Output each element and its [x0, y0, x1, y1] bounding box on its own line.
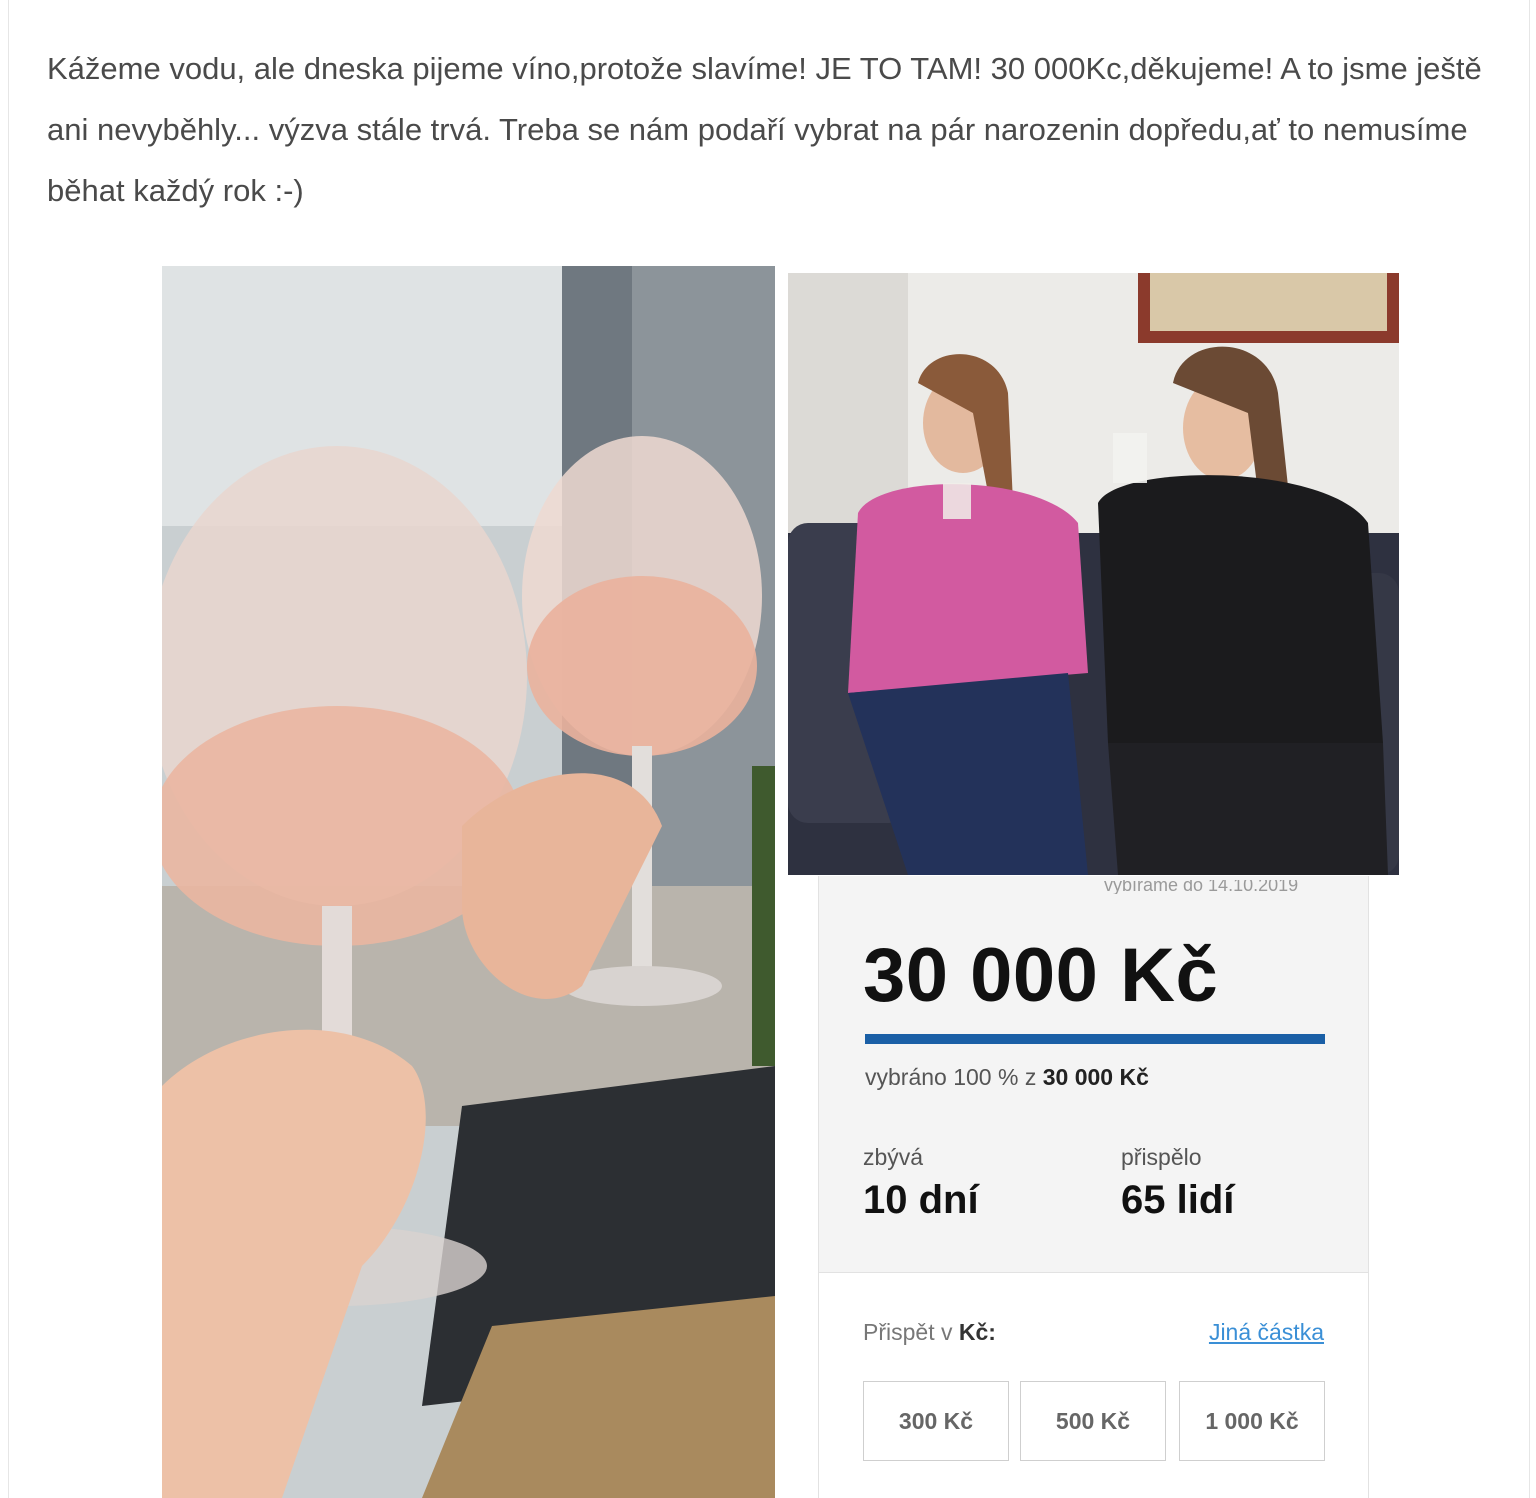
- contributors-label: přispělo: [1121, 1144, 1202, 1170]
- campaign-raised-text: vybráno 100 % z 30 000 Kč: [865, 1064, 1149, 1091]
- wine-glasses-photo: [162, 266, 775, 1498]
- campaign-progress-fill: [865, 1034, 1325, 1044]
- two-women-photo: [788, 273, 1399, 875]
- remaining-value: 10 dní: [863, 1178, 979, 1222]
- contributors-value: 65 lidí: [1121, 1178, 1235, 1222]
- raised-goal: 30 000 Kč: [1042, 1064, 1149, 1090]
- amount-500-button[interactable]: 500 Kč: [1020, 1381, 1166, 1461]
- campaign-amount: 30 000 Kč: [863, 933, 1219, 1018]
- amount-1000-button[interactable]: 1 000 Kč: [1179, 1381, 1325, 1461]
- donate-prefix: Přispět v: [863, 1319, 959, 1345]
- remaining-label: zbývá: [863, 1144, 924, 1170]
- donate-label: Přispět v Kč:: [863, 1319, 996, 1346]
- other-amount-link[interactable]: Jiná částka: [1209, 1319, 1324, 1346]
- campaign-card: vybíráme do 14.10.2019 30 000 Kč vybráno…: [818, 876, 1369, 1498]
- post-container: Kážeme vodu, ale dneska pijeme víno,prot…: [8, 0, 1530, 1498]
- post-text: Kážeme vodu, ale dneska pijeme víno,prot…: [47, 51, 1482, 208]
- donate-section: Přispět v Kč: Jiná částka 300 Kč 500 Kč …: [819, 1272, 1368, 1498]
- donate-currency: Kč:: [958, 1319, 996, 1345]
- campaign-deadline-text: vybíráme do 14.10.2019: [1104, 880, 1299, 894]
- campaign-progress-bar: [865, 1034, 1325, 1044]
- amount-300-button[interactable]: 300 Kč: [863, 1381, 1009, 1461]
- raised-prefix: vybráno 100 % z: [865, 1064, 1043, 1090]
